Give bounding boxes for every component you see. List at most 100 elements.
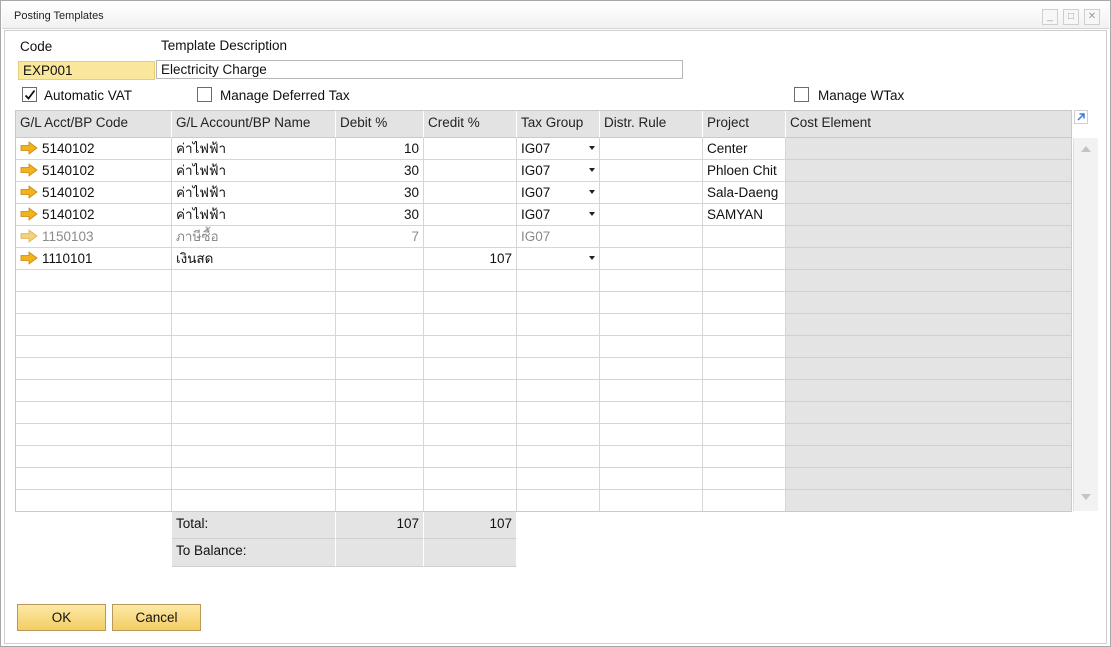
- close-button[interactable]: ✕: [1084, 9, 1100, 25]
- cell-name[interactable]: ค่าไฟฟ้า: [172, 182, 336, 204]
- cell-distr-rule[interactable]: [600, 490, 703, 511]
- dropdown-arrow-icon[interactable]: [589, 146, 595, 150]
- cell-project[interactable]: [703, 358, 786, 380]
- cell-code[interactable]: [16, 336, 172, 358]
- cell-code[interactable]: [16, 446, 172, 468]
- cell-name[interactable]: [172, 270, 336, 292]
- cell-project[interactable]: [703, 292, 786, 314]
- cell-debit[interactable]: [336, 292, 424, 314]
- cell-name[interactable]: [172, 446, 336, 468]
- cell-tax-group[interactable]: IG07: [517, 182, 600, 204]
- cell-debit[interactable]: [336, 446, 424, 468]
- maximize-button[interactable]: □: [1063, 9, 1079, 25]
- cell-distr-rule[interactable]: [600, 358, 703, 380]
- cell-project[interactable]: [703, 468, 786, 490]
- cell-tax-group[interactable]: [517, 358, 600, 380]
- cell-credit[interactable]: 107: [424, 248, 517, 270]
- cell-distr-rule[interactable]: [600, 424, 703, 446]
- cell-debit[interactable]: [336, 380, 424, 402]
- cell-project[interactable]: [703, 424, 786, 446]
- code-field[interactable]: EXP001: [18, 61, 155, 80]
- cell-name[interactable]: [172, 358, 336, 380]
- cell-code[interactable]: [16, 490, 172, 511]
- cell-name[interactable]: [172, 490, 336, 511]
- cell-credit[interactable]: [424, 204, 517, 226]
- manage-wtax-checkbox[interactable]: [794, 87, 809, 102]
- cell-code[interactable]: [16, 292, 172, 314]
- cell-distr-rule[interactable]: [600, 182, 703, 204]
- table-row[interactable]: [16, 358, 1071, 380]
- cell-tax-group[interactable]: [517, 402, 600, 424]
- table-row[interactable]: [16, 424, 1071, 446]
- cell-debit[interactable]: [336, 424, 424, 446]
- table-row[interactable]: 5140102 ค่าไฟฟ้า 30 IG07 Phloen Chit: [16, 160, 1071, 182]
- column-header-credit[interactable]: Credit %: [424, 111, 517, 138]
- cell-distr-rule[interactable]: [600, 314, 703, 336]
- cell-tax-group[interactable]: [517, 490, 600, 511]
- cell-project[interactable]: [703, 490, 786, 511]
- cell-code[interactable]: [16, 358, 172, 380]
- cell-name[interactable]: ค่าไฟฟ้า: [172, 204, 336, 226]
- cell-debit[interactable]: [336, 402, 424, 424]
- cell-name[interactable]: [172, 468, 336, 490]
- cell-tax-group[interactable]: [517, 314, 600, 336]
- cell-credit[interactable]: [424, 424, 517, 446]
- cell-tax-group[interactable]: [517, 380, 600, 402]
- cell-code[interactable]: 1150103: [16, 226, 172, 248]
- dropdown-arrow-icon[interactable]: [589, 168, 595, 172]
- cell-project[interactable]: SAMYAN: [703, 204, 786, 226]
- cell-tax-group[interactable]: IG07: [517, 204, 600, 226]
- column-header-distr-rule[interactable]: Distr. Rule: [600, 111, 703, 138]
- cell-credit[interactable]: [424, 380, 517, 402]
- table-row[interactable]: [16, 446, 1071, 468]
- cell-debit[interactable]: [336, 270, 424, 292]
- cell-tax-group[interactable]: [517, 336, 600, 358]
- cell-project[interactable]: Sala-Daeng: [703, 182, 786, 204]
- cell-distr-rule[interactable]: [600, 248, 703, 270]
- cell-tax-group[interactable]: [517, 468, 600, 490]
- cell-code[interactable]: [16, 270, 172, 292]
- cell-code[interactable]: [16, 402, 172, 424]
- cell-distr-rule[interactable]: [600, 270, 703, 292]
- cell-debit[interactable]: 10: [336, 138, 424, 160]
- scroll-up-icon[interactable]: [1081, 146, 1091, 152]
- cell-credit[interactable]: [424, 446, 517, 468]
- dropdown-arrow-icon[interactable]: [589, 212, 595, 216]
- cell-code[interactable]: [16, 424, 172, 446]
- cell-tax-group[interactable]: [517, 446, 600, 468]
- cell-name[interactable]: ภาษีซื้อ: [172, 226, 336, 248]
- dropdown-arrow-icon[interactable]: [589, 256, 595, 260]
- cell-project[interactable]: Phloen Chit: [703, 160, 786, 182]
- table-row[interactable]: [16, 270, 1071, 292]
- title-bar[interactable]: Posting Templates _ □ ✕: [2, 2, 1109, 29]
- cell-project[interactable]: [703, 248, 786, 270]
- cell-code[interactable]: 1110101: [16, 248, 172, 270]
- column-header-cost-element[interactable]: Cost Element: [786, 111, 1071, 138]
- cell-name[interactable]: [172, 402, 336, 424]
- cell-credit[interactable]: [424, 138, 517, 160]
- automatic-vat-checkbox[interactable]: [22, 87, 37, 102]
- ok-button[interactable]: OK: [17, 604, 106, 631]
- cell-tax-group[interactable]: IG07: [517, 138, 600, 160]
- table-row[interactable]: [16, 468, 1071, 490]
- cell-debit[interactable]: 30: [336, 204, 424, 226]
- column-header-project[interactable]: Project: [703, 111, 786, 138]
- table-row[interactable]: 5140102 ค่าไฟฟ้า 10 IG07 Center: [16, 138, 1071, 160]
- cell-project[interactable]: [703, 402, 786, 424]
- cell-debit[interactable]: 30: [336, 160, 424, 182]
- table-row[interactable]: [16, 292, 1071, 314]
- cell-name[interactable]: เงินสด: [172, 248, 336, 270]
- cell-debit[interactable]: [336, 468, 424, 490]
- cell-name[interactable]: [172, 424, 336, 446]
- cell-credit[interactable]: [424, 402, 517, 424]
- column-header-gl-account-bp-name[interactable]: G/L Account/BP Name: [172, 111, 336, 138]
- cell-credit[interactable]: [424, 490, 517, 511]
- cell-project[interactable]: [703, 270, 786, 292]
- table-row[interactable]: [16, 490, 1071, 511]
- cell-project[interactable]: [703, 314, 786, 336]
- cell-project[interactable]: Center: [703, 138, 786, 160]
- cell-distr-rule[interactable]: [600, 380, 703, 402]
- cell-code[interactable]: [16, 468, 172, 490]
- cell-tax-group[interactable]: IG07: [517, 160, 600, 182]
- table-row[interactable]: [16, 402, 1071, 424]
